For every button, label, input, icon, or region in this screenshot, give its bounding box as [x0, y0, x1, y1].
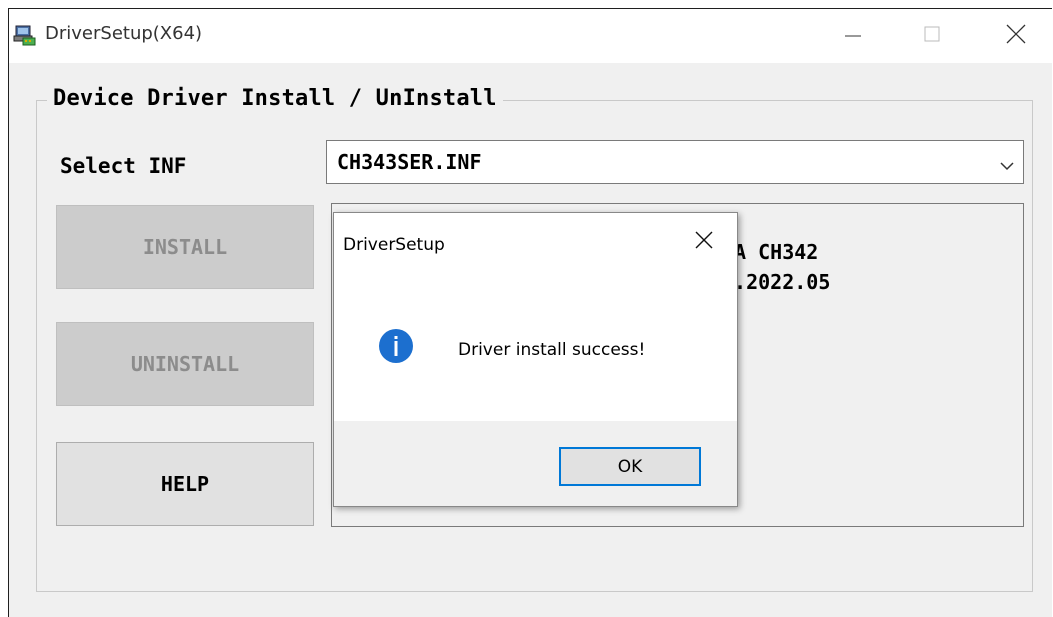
chevron-down-icon[interactable]: [999, 157, 1015, 171]
inf-select-value: CH343SER.INF: [337, 150, 482, 174]
driver-setup-window: DriverSetup(X64) Device Driver Install /…: [8, 8, 1052, 617]
info-line-2: 1.2022.05: [722, 270, 831, 294]
groupbox-title: Device Driver Install / UnInstall: [47, 86, 503, 111]
maximize-icon: [922, 24, 942, 48]
driver-setup-app-icon: [13, 24, 37, 46]
minimize-button[interactable]: [821, 9, 885, 63]
select-inf-label: Select INF: [60, 154, 187, 178]
dialog-title: DriverSetup: [343, 235, 445, 255]
uninstall-button[interactable]: UNINSTALL: [56, 322, 314, 406]
help-button[interactable]: HELP: [56, 442, 314, 526]
close-icon: [693, 229, 715, 255]
maximize-button[interactable]: [900, 9, 964, 63]
dialog-close-button[interactable]: [689, 227, 719, 257]
dialog-footer: OK: [334, 421, 737, 506]
inf-select-dropdown[interactable]: CH343SER.INF: [326, 140, 1024, 184]
success-dialog: DriverSetup Driver install success! OK: [333, 212, 738, 507]
title-bar[interactable]: DriverSetup(X64): [9, 9, 1052, 63]
minimize-icon: [843, 24, 863, 48]
window-title: DriverSetup(X64): [45, 23, 203, 44]
install-button[interactable]: INSTALL: [56, 205, 314, 289]
ok-button[interactable]: OK: [559, 447, 701, 486]
close-icon: [1005, 23, 1027, 49]
dialog-message: Driver install success!: [458, 340, 646, 360]
info-icon: [378, 328, 414, 364]
close-button[interactable]: [984, 9, 1048, 63]
